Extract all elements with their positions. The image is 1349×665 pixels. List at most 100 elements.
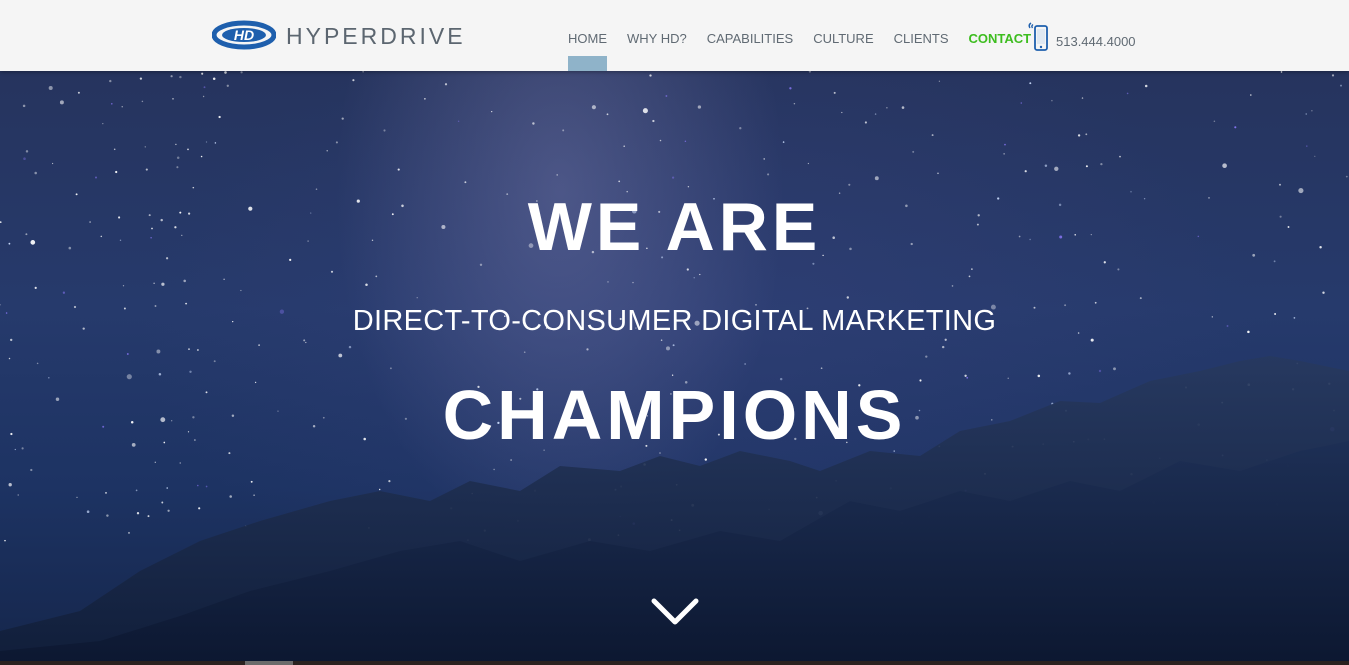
- star: [912, 150, 915, 153]
- star: [586, 348, 589, 351]
- star: [687, 186, 690, 188]
- star: [1085, 133, 1088, 136]
- star: [197, 484, 199, 487]
- star: [185, 302, 188, 305]
- star: [444, 83, 448, 86]
- star: [532, 122, 535, 125]
- star: [1068, 372, 1071, 375]
- star: [739, 127, 742, 130]
- star: [139, 77, 143, 80]
- star: [510, 459, 512, 461]
- logo-mark-text: HD: [234, 27, 254, 43]
- scroll-indicator: [245, 661, 293, 665]
- star: [9, 338, 13, 342]
- star: [34, 171, 37, 175]
- nav-capabilities[interactable]: CAPABILITIES: [697, 0, 803, 71]
- star: [224, 71, 227, 74]
- nav-culture[interactable]: CULTURE: [803, 0, 883, 71]
- star: [141, 100, 144, 103]
- star: [618, 180, 621, 183]
- star: [659, 139, 662, 142]
- star: [672, 176, 675, 179]
- star: [305, 341, 307, 344]
- star: [341, 117, 344, 120]
- star: [901, 106, 905, 109]
- star: [1003, 153, 1005, 155]
- star: [951, 285, 954, 287]
- star: [457, 120, 460, 123]
- star: [158, 373, 162, 376]
- star: [200, 155, 203, 158]
- hero-heading-we-are: WE ARE: [527, 189, 822, 265]
- star: [1280, 71, 1283, 73]
- nav-clients[interactable]: CLIENTS: [884, 0, 959, 71]
- star: [1322, 291, 1325, 294]
- page: HD HYPERDRIVE HOME WHY HD? CAPABILITIES …: [0, 0, 1349, 665]
- star: [128, 531, 130, 534]
- star: [59, 100, 64, 105]
- phone-number[interactable]: 513.444.4000: [1056, 34, 1136, 49]
- star: [1340, 84, 1342, 87]
- hyperdrive-logo[interactable]: HD HYPERDRIVE: [211, 20, 487, 52]
- star: [240, 289, 242, 292]
- hero-heading-champions: CHAMPIONS: [442, 376, 907, 454]
- star: [649, 74, 652, 77]
- star: [228, 452, 231, 455]
- star: [229, 495, 232, 498]
- chevron-down-icon[interactable]: [650, 597, 700, 627]
- nav-home[interactable]: HOME: [558, 0, 617, 71]
- star: [874, 113, 877, 115]
- star: [326, 150, 328, 152]
- star: [931, 134, 934, 137]
- star: [8, 357, 11, 360]
- nav-why-hd[interactable]: WHY HD?: [617, 0, 697, 71]
- star: [77, 91, 80, 94]
- star: [424, 98, 426, 100]
- star: [1234, 126, 1237, 129]
- star: [1144, 84, 1148, 88]
- star: [179, 462, 181, 464]
- star: [362, 71, 364, 73]
- star: [1064, 304, 1067, 307]
- star: [874, 176, 879, 181]
- star: [176, 156, 180, 160]
- star: [147, 515, 150, 518]
- site-header: HD HYPERDRIVE HOME WHY HD? CAPABILITIES …: [0, 0, 1349, 71]
- star: [491, 110, 493, 113]
- logo-wordmark: HYPERDRIVE: [286, 23, 466, 49]
- star: [1250, 94, 1252, 96]
- star: [1085, 165, 1088, 168]
- star: [464, 181, 467, 184]
- star: [23, 157, 26, 160]
- star: [1054, 166, 1059, 171]
- star: [1314, 155, 1316, 157]
- phone-contact[interactable]: 513.444.4000: [1028, 18, 1136, 58]
- star: [767, 173, 770, 176]
- star: [250, 480, 253, 483]
- starry-night-background: [0, 71, 1349, 665]
- star: [1100, 162, 1103, 166]
- star: [30, 468, 33, 472]
- hero-bottom-bar: [0, 661, 1349, 665]
- star: [170, 75, 173, 78]
- star: [240, 71, 243, 74]
- hero-banner: WE ARE DIRECT-TO-CONSUMER DIGITAL MARKET…: [0, 71, 1349, 665]
- star: [841, 111, 843, 114]
- star: [113, 148, 116, 151]
- main-nav: HOME WHY HD? CAPABILITIES CULTURE CLIENT…: [558, 0, 1041, 71]
- star: [115, 170, 118, 174]
- star: [36, 362, 39, 365]
- star: [110, 102, 113, 105]
- star: [176, 166, 179, 169]
- star: [196, 349, 199, 351]
- star: [938, 80, 941, 82]
- star: [203, 86, 206, 89]
- star: [1139, 297, 1142, 300]
- star: [95, 176, 97, 179]
- star: [693, 277, 695, 279]
- star: [1077, 134, 1081, 137]
- star: [1117, 268, 1120, 271]
- star: [136, 512, 140, 515]
- star: [34, 286, 37, 290]
- star: [102, 122, 104, 125]
